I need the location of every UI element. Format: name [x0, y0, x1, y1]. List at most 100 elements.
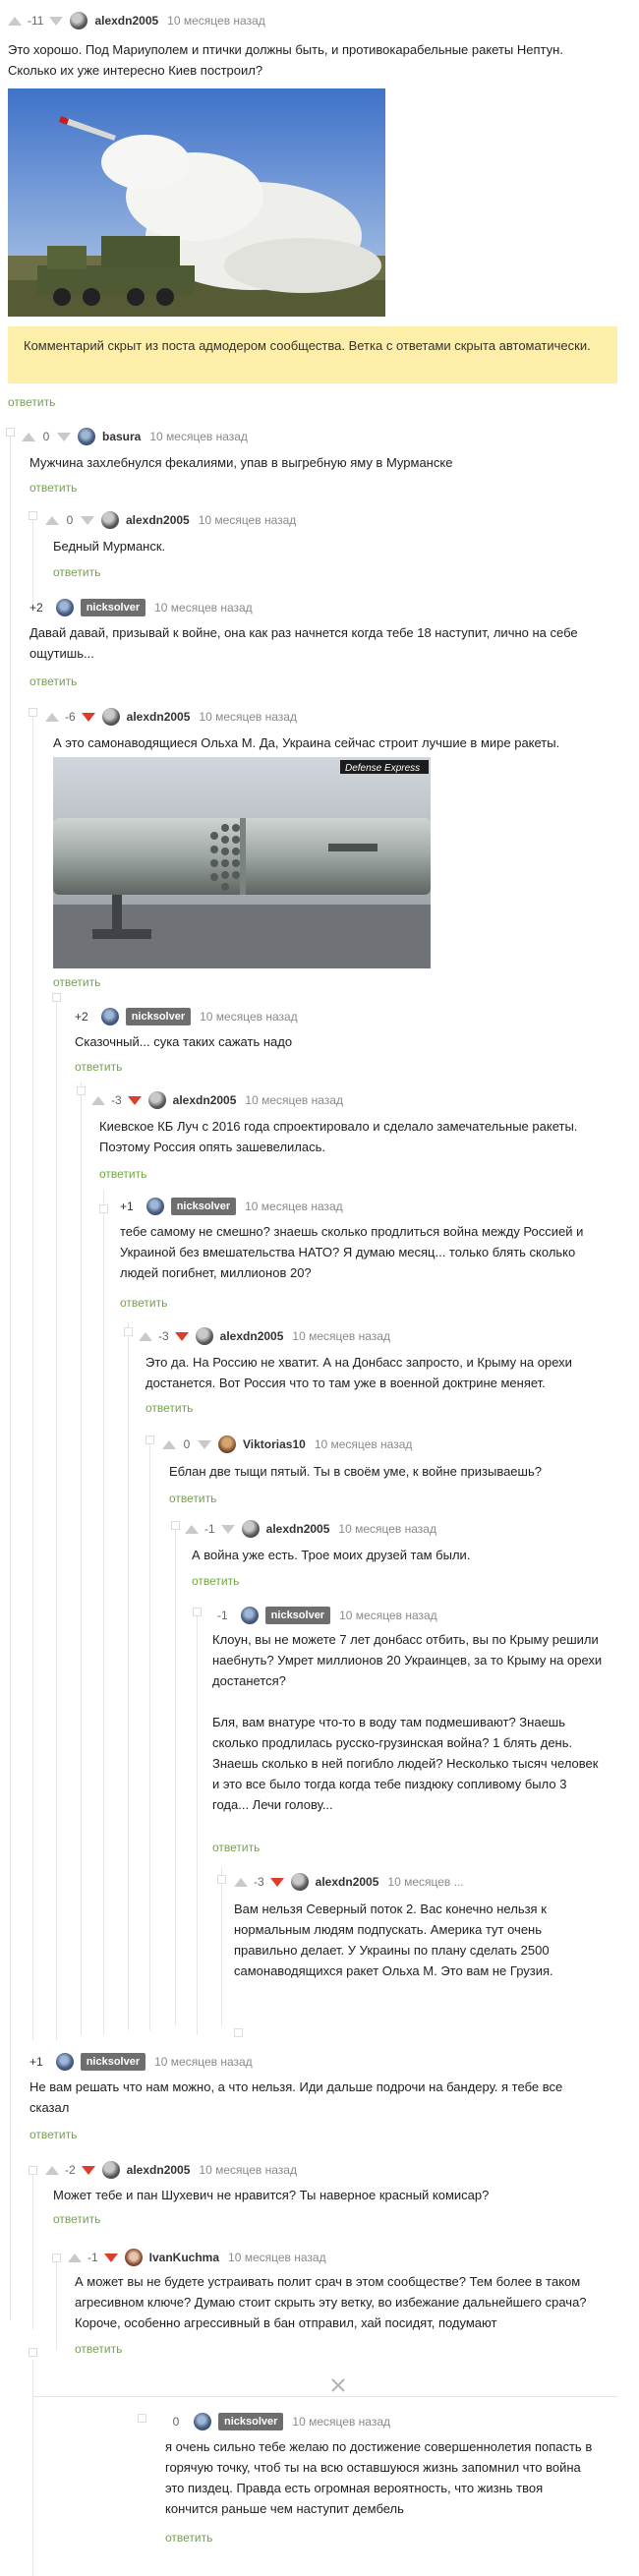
reply-link[interactable]: ответить [75, 1060, 122, 1074]
reply-link[interactable]: ответить [75, 2342, 122, 2356]
comment-author[interactable]: alexdn2005 [94, 14, 158, 28]
upvote-button[interactable] [185, 1524, 199, 1534]
comment-author[interactable]: alexdn2005 [127, 710, 191, 724]
reply-link[interactable]: ответить [120, 1296, 167, 1310]
reply-link[interactable]: ответить [169, 1492, 216, 1505]
downvote-button[interactable] [81, 2165, 95, 2175]
comment-author[interactable]: alexdn2005 [220, 1329, 284, 1343]
close-icon[interactable] [327, 2374, 349, 2396]
comment-time[interactable]: 10 месяцев назад [154, 2055, 253, 2069]
comment-time[interactable]: 10 месяцев ... [387, 1875, 463, 1889]
collapse-toggle[interactable] [124, 1327, 133, 1336]
upvote-button[interactable] [234, 1877, 248, 1887]
comment-author[interactable]: alexdn2005 [173, 1093, 237, 1107]
downvote-button[interactable] [103, 2253, 118, 2262]
downvote-button[interactable] [220, 1524, 235, 1534]
downvote-button[interactable] [81, 712, 95, 722]
downvote-button[interactable] [81, 515, 94, 525]
collapse-toggle[interactable] [29, 708, 37, 717]
avatar[interactable] [101, 511, 119, 529]
comment-time[interactable]: 10 месяцев назад [167, 14, 265, 28]
author-badge[interactable]: nicksolver [80, 599, 146, 616]
reply-link[interactable]: ответить [212, 1841, 260, 1854]
avatar[interactable] [145, 1198, 164, 1215]
avatar[interactable] [101, 2161, 120, 2179]
avatar[interactable] [218, 1435, 236, 1453]
comment-time[interactable]: 10 месяцев назад [292, 1329, 390, 1343]
avatar[interactable] [124, 2249, 143, 2266]
upvote-button[interactable] [45, 2165, 59, 2175]
comment-time[interactable]: 10 месяцев назад [199, 2163, 297, 2177]
avatar[interactable] [195, 1327, 213, 1345]
comment-time[interactable]: 10 месяцев назад [245, 1093, 343, 1107]
author-badge[interactable]: nicksolver [170, 1198, 237, 1215]
collapse-toggle[interactable] [99, 1204, 108, 1213]
upvote-button[interactable] [22, 432, 35, 441]
avatar[interactable] [70, 12, 88, 29]
collapse-toggle[interactable] [29, 2348, 37, 2357]
reply-link[interactable]: ответить [53, 565, 100, 579]
upvote-button[interactable] [68, 2253, 82, 2262]
comment-time[interactable]: 10 месяцев назад [245, 1200, 343, 1213]
avatar[interactable] [290, 1873, 309, 1891]
comment-time[interactable]: 10 месяцев назад [228, 2251, 326, 2264]
collapse-toggle[interactable] [77, 1086, 86, 1095]
reply-link[interactable]: ответить [29, 674, 77, 688]
upvote-button[interactable] [45, 712, 59, 722]
avatar[interactable] [100, 1008, 119, 1025]
avatar[interactable] [55, 2053, 74, 2071]
upvote-button[interactable] [91, 1095, 105, 1105]
comment-time[interactable]: 10 месяцев назад [154, 601, 253, 615]
reply-link[interactable]: ответить [99, 1167, 146, 1181]
downvote-button[interactable] [127, 1095, 142, 1105]
comment-time[interactable]: 10 месяцев назад [199, 513, 297, 527]
upvote-button[interactable] [45, 515, 59, 525]
avatar[interactable] [78, 428, 95, 445]
comment-author[interactable]: alexdn2005 [266, 1522, 330, 1536]
reply-link[interactable]: ответить [8, 395, 55, 409]
comment-author[interactable]: basura [102, 430, 141, 443]
upvote-button[interactable] [8, 16, 22, 26]
collapse-toggle[interactable] [52, 2254, 61, 2262]
reply-link[interactable]: ответить [192, 1574, 239, 1588]
comment-author[interactable]: alexdn2005 [127, 2163, 191, 2177]
avatar[interactable] [240, 1607, 259, 1624]
upvote-button[interactable] [139, 1331, 152, 1341]
collapse-toggle[interactable] [6, 428, 15, 437]
comment-time[interactable]: 10 месяцев назад [338, 1522, 436, 1536]
comment-time[interactable]: 10 месяцев назад [200, 1010, 298, 1024]
collapse-toggle[interactable] [217, 1875, 226, 1884]
upvote-button[interactable] [162, 1439, 176, 1449]
comment-author[interactable]: alexdn2005 [316, 1875, 379, 1889]
comment-time[interactable]: 10 месяцев назад [292, 2415, 390, 2429]
collapse-toggle[interactable] [138, 2414, 146, 2423]
downvote-button[interactable] [198, 1439, 211, 1449]
reply-link[interactable]: ответить [165, 2531, 212, 2545]
collapse-toggle[interactable] [234, 2028, 243, 2037]
avatar[interactable] [194, 2413, 211, 2430]
downvote-button[interactable] [174, 1331, 189, 1341]
missile-launch-photo[interactable] [8, 88, 385, 317]
collapse-toggle[interactable] [193, 1608, 202, 1616]
comment-author[interactable]: Viktorias10 [243, 1437, 306, 1451]
comment-time[interactable]: 10 месяцев назад [315, 1437, 413, 1451]
reply-link[interactable]: ответить [53, 2212, 100, 2226]
collapse-toggle[interactable] [29, 2166, 37, 2175]
downvote-button[interactable] [49, 16, 64, 26]
avatar[interactable] [55, 599, 74, 616]
avatar[interactable] [101, 708, 120, 726]
downvote-button[interactable] [269, 1877, 284, 1887]
collapse-toggle[interactable] [145, 1435, 154, 1444]
downvote-button[interactable] [57, 432, 71, 441]
author-badge[interactable]: nicksolver [264, 1607, 331, 1624]
reply-link[interactable]: ответить [29, 2128, 77, 2141]
collapse-toggle[interactable] [52, 993, 61, 1002]
author-badge[interactable]: nicksolver [80, 2053, 146, 2071]
missile-photo[interactable]: Defense Express [53, 757, 431, 968]
author-badge[interactable]: nicksolver [218, 2413, 284, 2430]
comment-author[interactable]: alexdn2005 [126, 513, 190, 527]
comment-time[interactable]: 10 месяцев назад [149, 430, 248, 443]
comment-author[interactable]: IvanKuchma [149, 2251, 219, 2264]
comment-time[interactable]: 10 месяцев назад [199, 710, 297, 724]
comment-time[interactable]: 10 месяцев назад [339, 1609, 437, 1622]
